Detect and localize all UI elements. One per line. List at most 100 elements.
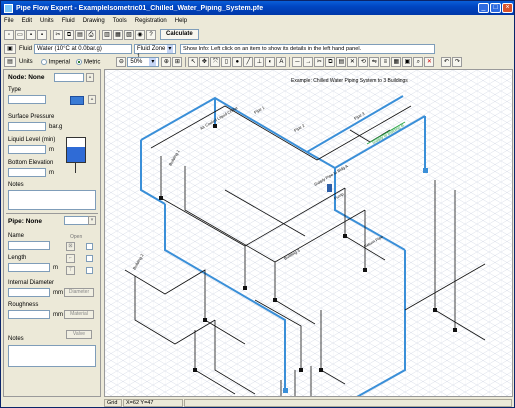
report-icon[interactable]: ▧ xyxy=(124,29,134,40)
cut-icon[interactable]: ✂ xyxy=(53,29,63,40)
open-folder-icon[interactable]: ▭ xyxy=(15,29,25,40)
select-arrow-icon[interactable]: ↖ xyxy=(188,57,199,67)
valve-open-icon[interactable]: ⊠ xyxy=(66,242,75,251)
align-icon[interactable]: ≡ xyxy=(380,57,391,67)
menu-tools[interactable]: Tools xyxy=(113,18,127,24)
type-spinner[interactable]: ▴ xyxy=(88,95,96,104)
valve-button[interactable]: Valve xyxy=(66,330,92,339)
menu-fluid[interactable]: Fluid xyxy=(62,18,75,24)
application-window: Pipe Flow Expert - ExampleIsometric01_Ch… xyxy=(0,0,515,408)
fluid-zone-select[interactable]: Fluid Zone 1 ▾ xyxy=(134,43,177,60)
text-icon[interactable]: A xyxy=(276,57,287,67)
redo-icon[interactable]: ↷ xyxy=(452,57,463,67)
group-icon[interactable]: ▦ xyxy=(391,57,402,67)
maximize-button[interactable]: □ xyxy=(490,3,501,13)
type-field[interactable] xyxy=(8,95,46,104)
pump-icon[interactable] xyxy=(327,184,332,192)
results-icon[interactable]: ▦ xyxy=(113,29,123,40)
arrow-icon[interactable]: → xyxy=(303,57,314,67)
properties-icon[interactable]: ▣ xyxy=(402,57,413,67)
fitting-tee-icon[interactable]: ⊤ xyxy=(66,266,75,275)
new-file-icon[interactable]: ▫ xyxy=(4,29,14,40)
cut-tool-icon[interactable]: ✂ xyxy=(314,57,325,67)
pan-icon[interactable]: ✥ xyxy=(199,57,210,67)
print-icon[interactable]: ⎙ xyxy=(86,29,96,40)
rotate-icon[interactable]: ⟲ xyxy=(358,57,369,67)
material-button[interactable]: Material xyxy=(64,310,94,319)
liquid-level-unit: m xyxy=(49,147,54,153)
node-icon[interactable]: ● xyxy=(232,57,243,67)
fluid-zone-value: Fluid Zone 1 xyxy=(137,45,166,60)
fluid-value: Water (10°C at 0.0bar.g) xyxy=(37,45,102,52)
tank-type-icon[interactable] xyxy=(70,96,84,105)
menu-help[interactable]: Help xyxy=(175,18,187,24)
save-as-icon[interactable]: ▪ xyxy=(37,29,47,40)
menu-edit[interactable]: Edit xyxy=(22,18,32,24)
menu-registration[interactable]: Registration xyxy=(135,18,167,24)
pipe-heading: Pipe: None xyxy=(8,218,42,225)
zoom-out-icon[interactable]: ⊖ xyxy=(116,57,127,67)
delete-icon[interactable]: ✕ xyxy=(347,57,358,67)
zoom-fit-icon[interactable]: ⊞ xyxy=(172,57,183,67)
units-label: Units xyxy=(19,59,33,65)
chevron-down-icon[interactable]: ▾ xyxy=(88,216,96,225)
flip-icon[interactable]: ⇋ xyxy=(369,57,380,67)
radio-selected-icon xyxy=(76,58,83,65)
chart-icon[interactable]: ▥ xyxy=(102,29,112,40)
menu-bar: File Edit Units Fluid Drawing Tools Regi… xyxy=(1,15,514,26)
internal-diameter-unit: mm xyxy=(53,290,63,296)
internal-diameter-field[interactable] xyxy=(8,288,50,297)
pump-icon[interactable]: ◉ xyxy=(135,29,145,40)
units-icon[interactable]: ▤ xyxy=(4,57,16,67)
bottom-elevation-field[interactable] xyxy=(8,168,46,177)
fitting-elbow-icon[interactable]: ⌐ xyxy=(66,254,75,263)
help-icon[interactable]: ? xyxy=(146,29,156,40)
copy-icon[interactable]: ⧉ xyxy=(64,29,74,40)
fluid-icon[interactable]: ▣ xyxy=(4,43,16,54)
copy-tool-icon[interactable]: ⧉ xyxy=(325,57,336,67)
metric-radio[interactable]: Metric xyxy=(76,58,100,65)
roughness-field[interactable] xyxy=(8,310,50,319)
close-icon[interactable]: ✕ xyxy=(424,57,435,67)
menu-file[interactable]: File xyxy=(4,18,14,24)
imperial-radio[interactable]: Imperial xyxy=(40,58,70,65)
diameter-button[interactable]: Diameter xyxy=(64,288,94,297)
fluid-field[interactable]: Water (10°C at 0.0bar.g) xyxy=(34,43,133,54)
move-icon[interactable]: ⤧ xyxy=(210,57,221,67)
line-icon[interactable]: ─ xyxy=(292,57,303,67)
paste-icon[interactable]: ▤ xyxy=(75,29,85,40)
search-icon[interactable]: ⌕ xyxy=(413,57,424,67)
pipe-name-field[interactable] xyxy=(8,241,50,250)
zoom-in-icon[interactable]: ⊕ xyxy=(161,57,172,67)
node-notes-field[interactable] xyxy=(8,190,96,210)
node-name-field[interactable] xyxy=(54,73,84,82)
pipe-icon[interactable]: ╱ xyxy=(243,57,254,67)
menu-drawing[interactable]: Drawing xyxy=(83,18,105,24)
drawing-canvas[interactable]: Example: Chilled Water Piping System to … xyxy=(104,69,513,397)
length-field[interactable] xyxy=(8,263,50,272)
save-icon[interactable]: ▪ xyxy=(26,29,36,40)
fitting-icon[interactable]: ⊥ xyxy=(254,57,265,67)
internal-diameter-label: Internal Diameter xyxy=(8,280,55,286)
valve-checkbox[interactable] xyxy=(86,243,93,250)
menu-units[interactable]: Units xyxy=(40,18,54,24)
paste-tool-icon[interactable]: ▤ xyxy=(336,57,347,67)
undo-icon[interactable]: ↶ xyxy=(441,57,452,67)
zoom-select[interactable]: 50% ▾ xyxy=(127,57,160,67)
node-heading: Node: None xyxy=(8,74,45,81)
surface-pressure-unit: bar.g xyxy=(49,124,63,130)
close-button[interactable]: × xyxy=(502,3,513,13)
surface-pressure-field[interactable] xyxy=(8,122,46,131)
tank-icon[interactable]: ▯ xyxy=(221,57,232,67)
pipe-notes-field[interactable] xyxy=(8,345,96,367)
fitting-checkbox[interactable] xyxy=(86,255,93,262)
pump-tool-icon[interactable]: ◐ xyxy=(265,57,276,67)
node-spinner[interactable]: ▴ xyxy=(86,73,94,82)
length-label: Length xyxy=(8,255,27,261)
minimize-button[interactable]: _ xyxy=(478,3,489,13)
liquid-level-field[interactable] xyxy=(8,145,46,154)
isometric-grid xyxy=(105,70,512,396)
fluid-toolbar: ▣ Fluid Water (10°C at 0.0bar.g) Fluid Z… xyxy=(1,42,514,60)
fitting-checkbox[interactable] xyxy=(86,267,93,274)
calculate-button[interactable]: Calculate xyxy=(160,29,199,40)
